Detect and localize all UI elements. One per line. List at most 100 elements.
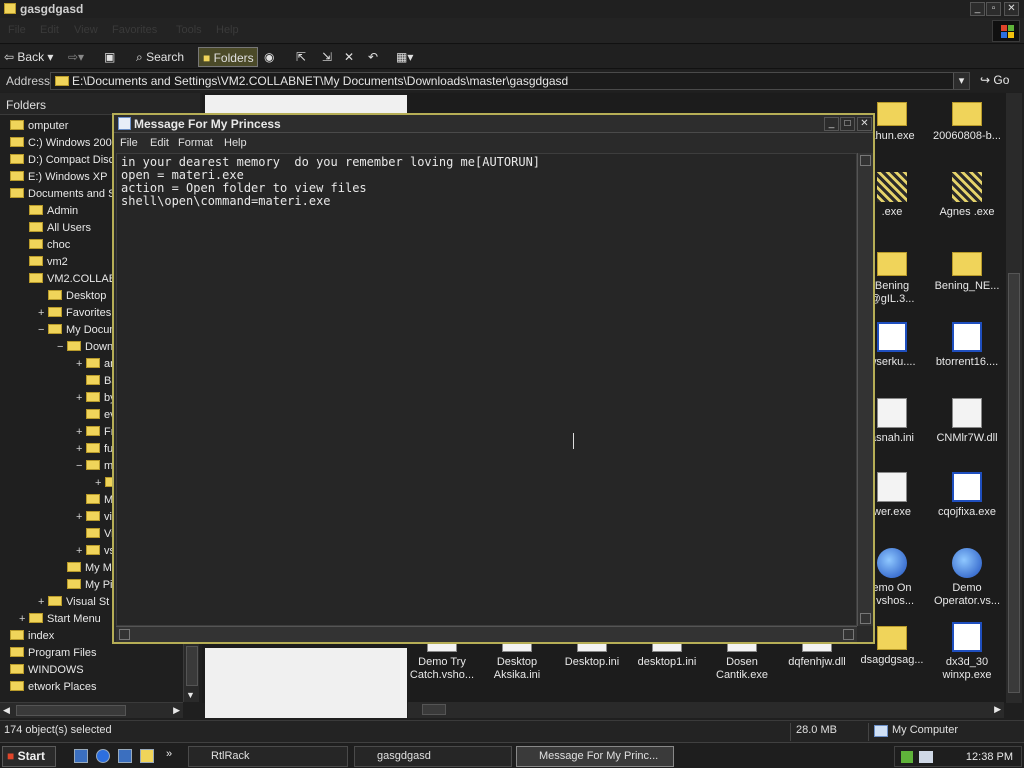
menu-tools[interactable]: Tools: [176, 24, 202, 36]
tree-item[interactable]: E:) Windows XP: [0, 169, 107, 185]
scroll-right-arrow-icon[interactable]: ▶: [173, 705, 180, 716]
menu-file[interactable]: File: [8, 24, 26, 36]
tree-expander-icon[interactable]: +: [76, 509, 86, 525]
tree-item[interactable]: index: [0, 628, 54, 644]
scroll-left-arrow-icon[interactable]: ◀: [3, 705, 10, 716]
file-item[interactable]: Bening_NE...: [931, 248, 1003, 293]
undo-button[interactable]: ↶: [368, 47, 388, 67]
language-icon[interactable]: [919, 751, 933, 763]
menu-edit[interactable]: Edit: [40, 24, 59, 36]
notepad-menu-help[interactable]: Help: [224, 137, 247, 149]
tree-expander-icon[interactable]: +: [76, 441, 86, 457]
tree-item[interactable]: C:) Windows 2000: [0, 135, 118, 151]
close-button[interactable]: ✕: [1004, 2, 1019, 16]
up-folder-button[interactable]: ▣: [104, 47, 124, 67]
notepad-menu-edit[interactable]: Edit: [150, 137, 169, 149]
move-to-button[interactable]: ⇱: [296, 47, 316, 67]
file-item[interactable]: btorrent16....: [931, 322, 1003, 369]
tree-item[interactable]: + Favorites: [38, 305, 111, 321]
tree-item[interactable]: Documents and Setti: [0, 186, 130, 202]
scroll-down-arrow-icon[interactable]: ▼: [186, 690, 195, 700]
file-item[interactable]: Demo Operator.vs...: [931, 548, 1003, 608]
tree-expander-icon[interactable]: +: [38, 305, 48, 321]
tree-expander-icon[interactable]: +: [76, 424, 86, 440]
folder-tree-horizontal-scrollbar[interactable]: ◀ ▶: [0, 702, 183, 718]
copy-to-button[interactable]: ⇲: [322, 47, 342, 67]
notepad-window[interactable]: Message For My Princess _ □ ✕ File Edit …: [112, 113, 875, 644]
menu-help[interactable]: Help: [216, 24, 239, 36]
notepad-text-area[interactable]: in your dearest memory do you remember l…: [116, 153, 857, 626]
search-button[interactable]: ⌕ Search: [136, 47, 194, 67]
notepad-minimize-button[interactable]: _: [824, 117, 839, 131]
task-rtlrack[interactable]: RtlRack: [188, 746, 348, 767]
views-button[interactable]: ▦▾: [396, 47, 424, 67]
go-button[interactable]: ↪ Go: [980, 73, 1009, 87]
tree-item[interactable]: etwork Places: [0, 679, 96, 695]
folder-icon: [10, 647, 24, 657]
tree-item[interactable]: All Users: [19, 220, 91, 236]
notepad-menu-format[interactable]: Format: [178, 137, 213, 149]
tree-item[interactable]: + Start Menu: [19, 611, 101, 627]
tree-expander-icon[interactable]: +: [95, 475, 105, 491]
scroll-up-arrow-icon[interactable]: [860, 155, 871, 166]
notepad-horizontal-scrollbar[interactable]: [116, 626, 857, 642]
file-list-vertical-scrollbar[interactable]: [1006, 93, 1022, 703]
address-dropdown-button[interactable]: ▾: [953, 73, 969, 89]
menu-favorites[interactable]: Favorites: [112, 24, 157, 36]
scroll-right-arrow-icon[interactable]: [843, 629, 854, 640]
notepad-maximize-button[interactable]: □: [840, 117, 855, 131]
clock[interactable]: 12:38 PM: [966, 751, 1013, 763]
task-message-for-my-princess[interactable]: Message For My Princ...: [516, 746, 674, 767]
outlook-express-icon[interactable]: [118, 749, 132, 763]
folder-icon: [48, 307, 62, 317]
tree-expander-icon[interactable]: −: [57, 339, 67, 355]
scroll-right-arrow-icon[interactable]: ▶: [994, 704, 1001, 715]
tree-item[interactable]: omputer: [0, 118, 68, 134]
tree-item[interactable]: choc: [19, 237, 70, 253]
back-button[interactable]: ⇦ Back ▾: [4, 47, 64, 67]
network-icon[interactable]: [901, 751, 913, 763]
start-button[interactable]: ■ Start: [2, 746, 56, 767]
file-item[interactable]: cqojfixa.exe: [931, 472, 1003, 519]
menu-view[interactable]: View: [74, 24, 98, 36]
scroll-down-arrow-icon[interactable]: [860, 613, 871, 624]
maximize-button[interactable]: ▫: [986, 2, 1001, 16]
scroll-left-arrow-icon[interactable]: [119, 629, 130, 640]
tree-item[interactable]: Admin: [19, 203, 78, 219]
tree-expander-icon[interactable]: −: [38, 322, 48, 338]
file-item[interactable]: dx3d_30 winxp.exe: [931, 622, 1003, 682]
file-item[interactable]: Agnes .exe: [931, 172, 1003, 219]
tree-item[interactable]: WINDOWS: [0, 662, 84, 678]
show-desktop-icon[interactable]: [74, 749, 88, 763]
minimize-button[interactable]: _: [970, 2, 985, 16]
notepad-vertical-scrollbar[interactable]: [857, 153, 873, 626]
tree-item[interactable]: D:) Compact Disc: [0, 152, 114, 168]
windows-explorer-icon[interactable]: [140, 749, 154, 763]
tree-item[interactable]: Program Files: [0, 645, 96, 661]
notepad-close-button[interactable]: ✕: [857, 117, 872, 131]
forward-button[interactable]: ⇨▾: [68, 47, 90, 67]
history-button[interactable]: ◉: [264, 47, 284, 67]
tree-expander-icon[interactable]: +: [76, 543, 86, 559]
delete-button[interactable]: ✕: [344, 47, 358, 67]
tree-item[interactable]: Desktop: [38, 288, 106, 304]
notepad-title-bar[interactable]: Message For My Princess _ □ ✕: [114, 115, 873, 133]
file-item[interactable]: 20060808-b...: [931, 98, 1003, 143]
folder-icon: [86, 528, 100, 538]
tree-item[interactable]: vm2: [19, 254, 68, 270]
tree-expander-icon[interactable]: +: [38, 594, 48, 610]
tree-expander-icon[interactable]: +: [76, 390, 86, 406]
task-gasgdgasd[interactable]: gasgdgasd: [354, 746, 512, 767]
quick-launch-more-icon[interactable]: »: [166, 748, 172, 760]
folders-button[interactable]: ■ Folders: [198, 47, 258, 67]
notepad-menu-file[interactable]: File: [120, 137, 138, 149]
tree-expander-icon[interactable]: +: [19, 611, 29, 627]
tree-expander-icon[interactable]: −: [76, 458, 86, 474]
file-item[interactable]: CNMlr7W.dll: [931, 398, 1003, 445]
internet-explorer-icon[interactable]: [96, 749, 110, 763]
window-icon: [952, 322, 982, 352]
tree-expander-icon[interactable]: +: [76, 356, 86, 372]
file-list-horizontal-scrollbar[interactable]: ▶: [408, 702, 1004, 718]
tree-item[interactable]: + Visual St: [38, 594, 109, 610]
status-size: 28.0 MB: [796, 724, 837, 736]
